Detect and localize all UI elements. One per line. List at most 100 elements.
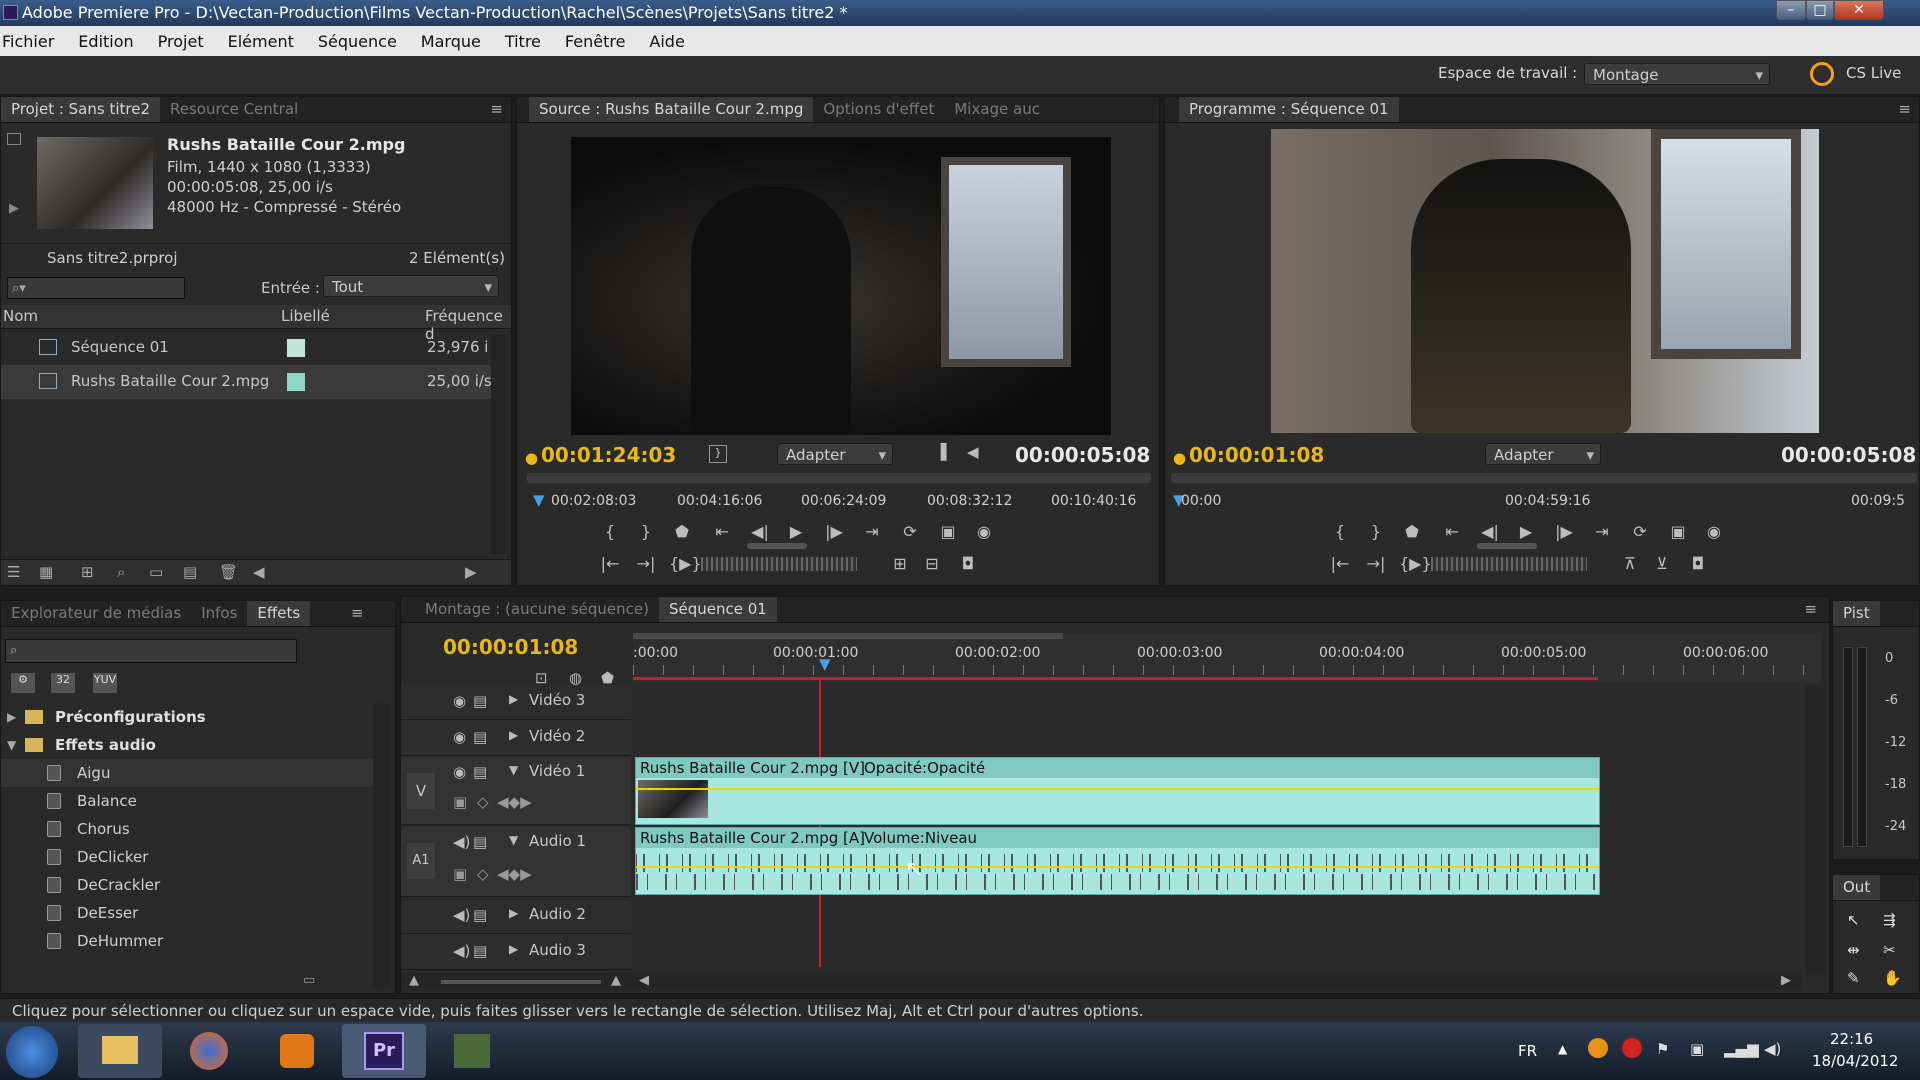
tab-media-browser[interactable]: Explorateur de médias <box>1 601 191 626</box>
menu-titre[interactable]: Titre <box>505 26 541 51</box>
taskbar-explorer-button[interactable] <box>78 1024 162 1078</box>
insert-icon[interactable]: ⊞ <box>887 553 913 575</box>
opacity-dropdown[interactable]: Opacité:Opacité <box>864 759 985 777</box>
maximize-button[interactable]: □ <box>1806 0 1834 20</box>
program-zoom-bar[interactable] <box>1171 473 1917 483</box>
tray-app-icon[interactable] <box>1588 1038 1608 1058</box>
speaker-icon[interactable]: ◀) <box>453 942 470 960</box>
tab-source[interactable]: Source : Rushs Bataille Cour 2.mpg <box>529 97 814 122</box>
go-to-next-edit-icon[interactable]: →| <box>633 553 659 575</box>
32bit-effects-icon[interactable]: 32 <box>51 673 75 693</box>
jog-shuttle[interactable] <box>1431 557 1587 571</box>
new-item-icon[interactable]: ▤ <box>183 563 197 581</box>
tab-project[interactable]: Projet : Sans titre2 <box>1 97 161 122</box>
program-fit-dropdown[interactable]: Adapter <box>1485 443 1601 465</box>
extract-icon[interactable]: ⊻ <box>1649 553 1675 575</box>
lock-icon[interactable]: ▤ <box>473 728 487 746</box>
action-center-flag-icon[interactable]: ⚑ <box>1656 1040 1669 1058</box>
panel-menu-icon[interactable]: ≡ <box>351 604 364 622</box>
list-item[interactable]: DeEsser <box>1 899 377 927</box>
go-to-out-icon[interactable]: ⇥ <box>859 521 885 543</box>
export-frame-icon[interactable]: ◘ <box>955 553 981 575</box>
opacity-rubberband[interactable] <box>636 788 1599 790</box>
mark-out-icon[interactable]: } <box>633 521 659 543</box>
speaker-icon[interactable]: ◀) <box>453 833 470 851</box>
output-options-icon[interactable]: ◉ <box>1701 521 1727 543</box>
lock-icon[interactable]: ▤ <box>473 692 487 710</box>
timeline-current-timecode[interactable]: 00:00:01:08 <box>443 635 578 659</box>
step-forward-icon[interactable]: |▶ <box>821 521 847 543</box>
zoom-out-icon[interactable]: ▲ <box>409 973 419 988</box>
lift-icon[interactable]: ⊼ <box>1617 553 1643 575</box>
razor-tool-icon[interactable]: ✂ <box>1883 941 1896 959</box>
display-style-icon[interactable]: ▣ <box>453 793 467 811</box>
menu-marque[interactable]: Marque <box>421 26 481 51</box>
lock-icon[interactable]: ▤ <box>473 763 487 781</box>
clock-time[interactable]: 22:16 <box>1830 1030 1873 1048</box>
new-bin-icon[interactable]: ▭ <box>149 563 163 581</box>
selection-tool-icon[interactable]: ↖ <box>1847 911 1860 929</box>
overlay-icon[interactable]: ⊟ <box>919 553 945 575</box>
timeline-vertical-scrollbar[interactable] <box>1805 685 1825 975</box>
safe-margins-toggle-icon[interactable]: ▣ <box>1665 521 1691 543</box>
collapse-arrow-icon[interactable]: ▼ <box>509 763 518 777</box>
volume-rubberband[interactable] <box>636 866 1599 868</box>
audio-speaker-icon[interactable]: ◀ <box>967 443 979 461</box>
go-to-previous-edit-icon[interactable]: |← <box>597 553 623 575</box>
start-button[interactable] <box>6 1026 58 1078</box>
source-playhead-icon[interactable]: ▼ <box>533 491 545 509</box>
mark-in-icon[interactable]: { <box>597 521 623 543</box>
tab-montage[interactable]: Montage : (aucune séquence) <box>415 597 659 622</box>
program-time-ruler[interactable]: ▼ 00:00 00:04:59:16 00:09:5 <box>1171 487 1917 517</box>
minimize-button[interactable]: – <box>1776 0 1806 20</box>
source-zoom-bar[interactable] <box>527 473 1151 483</box>
project-search-input[interactable]: ⌕▾ <box>7 277 185 299</box>
tab-sequence-01[interactable]: Séquence 01 <box>658 597 777 622</box>
menu-projet[interactable]: Projet <box>158 26 204 51</box>
collapse-arrow-icon[interactable]: ▼ <box>509 833 518 847</box>
list-view-icon[interactable]: ☰ <box>7 563 20 581</box>
lock-icon[interactable]: ▤ <box>473 906 487 924</box>
collapse-arrow-icon[interactable]: ▼ <box>7 731 16 759</box>
project-scrollbar[interactable] <box>491 335 507 555</box>
lock-icon[interactable]: ▤ <box>473 942 487 960</box>
hand-tool-icon[interactable]: ✋ <box>1883 969 1902 987</box>
menu-fichier[interactable]: Fichier <box>2 26 54 51</box>
mark-out-icon[interactable]: } <box>1363 521 1389 543</box>
show-hidden-icons-icon[interactable]: ▲ <box>1558 1042 1567 1056</box>
go-to-previous-edit-icon[interactable]: |← <box>1327 553 1353 575</box>
effects-scrollbar[interactable] <box>373 703 391 989</box>
workspace-dropdown[interactable]: Montage <box>1584 63 1770 85</box>
lock-icon[interactable]: ▤ <box>473 833 487 851</box>
list-item[interactable]: DeCrackler <box>1 871 377 899</box>
tab-effects[interactable]: Effets <box>247 601 311 626</box>
list-item[interactable]: DeHummer <box>1 927 377 955</box>
ripple-edit-tool-icon[interactable]: ⇹ <box>1847 941 1860 959</box>
program-current-timecode[interactable]: 00:00:01:08 <box>1189 443 1324 467</box>
step-forward-icon[interactable]: |▶ <box>1551 521 1577 543</box>
tray-acrobat-icon[interactable] <box>1622 1038 1642 1058</box>
delete-icon[interactable]: 🗑 <box>219 563 238 581</box>
find-icon[interactable]: ⌕ <box>117 563 125 581</box>
folder-audio-effects[interactable]: ▼ Effets audio <box>1 731 377 759</box>
entry-dropdown[interactable]: Tout <box>323 275 499 297</box>
icon-view-icon[interactable]: ▦ <box>39 563 53 581</box>
safe-margins-toggle-icon[interactable]: ▣ <box>935 521 961 543</box>
expand-arrow-icon[interactable]: ▶ <box>509 728 518 742</box>
set-marker-icon[interactable]: ⬟ <box>669 521 695 543</box>
loop-icon[interactable]: ⟳ <box>897 521 923 543</box>
play-in-to-out-icon[interactable]: {▶} <box>669 553 702 575</box>
eye-icon[interactable]: ◉ <box>453 728 466 746</box>
output-icon[interactable]: ▐ <box>935 443 947 461</box>
taskbar-media-player-button[interactable] <box>254 1024 338 1078</box>
scroll-right-icon[interactable]: ▶ <box>1781 973 1791 988</box>
shuttle-slider[interactable] <box>747 543 807 549</box>
waveform-style-icon[interactable]: ▣ <box>453 865 467 883</box>
go-to-next-edit-icon[interactable]: →| <box>1363 553 1389 575</box>
eye-icon[interactable]: ◉ <box>453 763 466 781</box>
tab-tools[interactable]: Out <box>1833 875 1881 900</box>
step-back-icon[interactable]: ◀| <box>1477 521 1503 543</box>
clock-date[interactable]: 18/04/2012 <box>1812 1052 1898 1070</box>
timeline-horizontal-scrollbar[interactable]: ▲ ▲ ◀ ▶ <box>401 973 1801 991</box>
expand-arrow-icon[interactable]: ▶ <box>509 906 518 920</box>
